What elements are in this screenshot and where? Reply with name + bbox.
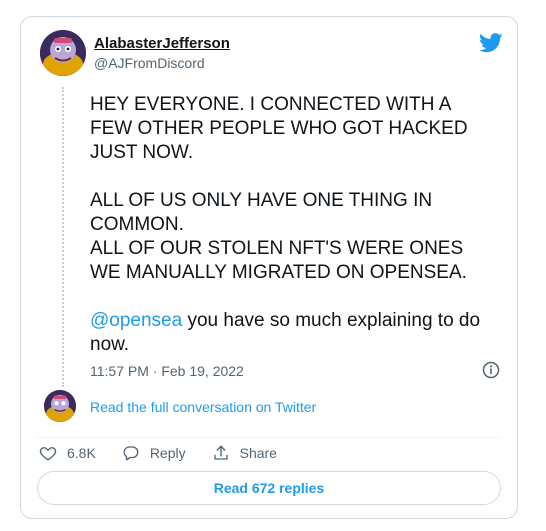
like-button[interactable]: 6.8K <box>39 444 96 462</box>
read-conversation-link[interactable]: Read the full conversation on Twitter <box>90 399 316 415</box>
reply-label: Reply <box>149 445 186 461</box>
like-count: 6.8K <box>67 445 96 461</box>
share-icon <box>213 445 228 460</box>
reply-bubble-icon <box>123 446 139 461</box>
author-handle[interactable]: @AJFromDiscord <box>94 55 205 71</box>
thread-connector <box>62 87 64 387</box>
heart-icon <box>39 447 57 461</box>
share-label: Share <box>239 445 277 461</box>
tweet-text: HEY EVERYONE. I CONNECTED WITH A FEW OTH… <box>90 93 490 357</box>
share-button[interactable]: Share <box>212 444 277 462</box>
tweet-actions: 6.8K Reply Share <box>39 443 303 463</box>
tweet-paragraph: ALL OF US ONLY HAVE ONE THING IN COMMON. <box>90 190 433 235</box>
author-display-name[interactable]: AlabasterJefferson <box>94 35 230 52</box>
tweet-paragraph: ALL OF OUR STOLEN NFT'S WERE ONES WE MAN… <box>90 238 467 283</box>
mention-link[interactable]: @opensea <box>90 310 182 331</box>
tweet-paragraph: HEY EVERYONE. I CONNECTED WITH A FEW OTH… <box>90 94 468 163</box>
info-icon[interactable] <box>482 361 500 379</box>
author-avatar-small[interactable] <box>44 390 76 422</box>
author-avatar[interactable] <box>40 30 86 76</box>
embedded-tweet-card: AlabasterJefferson @AJFromDiscord HEY EV… <box>20 16 518 519</box>
tweet-timestamp[interactable]: 11:57 PM · Feb 19, 2022 <box>90 363 244 379</box>
divider <box>37 437 501 438</box>
tweet-paragraph: @opensea you have so much explaining to … <box>90 309 490 357</box>
reply-button[interactable]: Reply <box>122 444 186 462</box>
twitter-bird-icon[interactable] <box>479 33 503 53</box>
read-replies-button[interactable]: Read 672 replies <box>37 471 501 505</box>
